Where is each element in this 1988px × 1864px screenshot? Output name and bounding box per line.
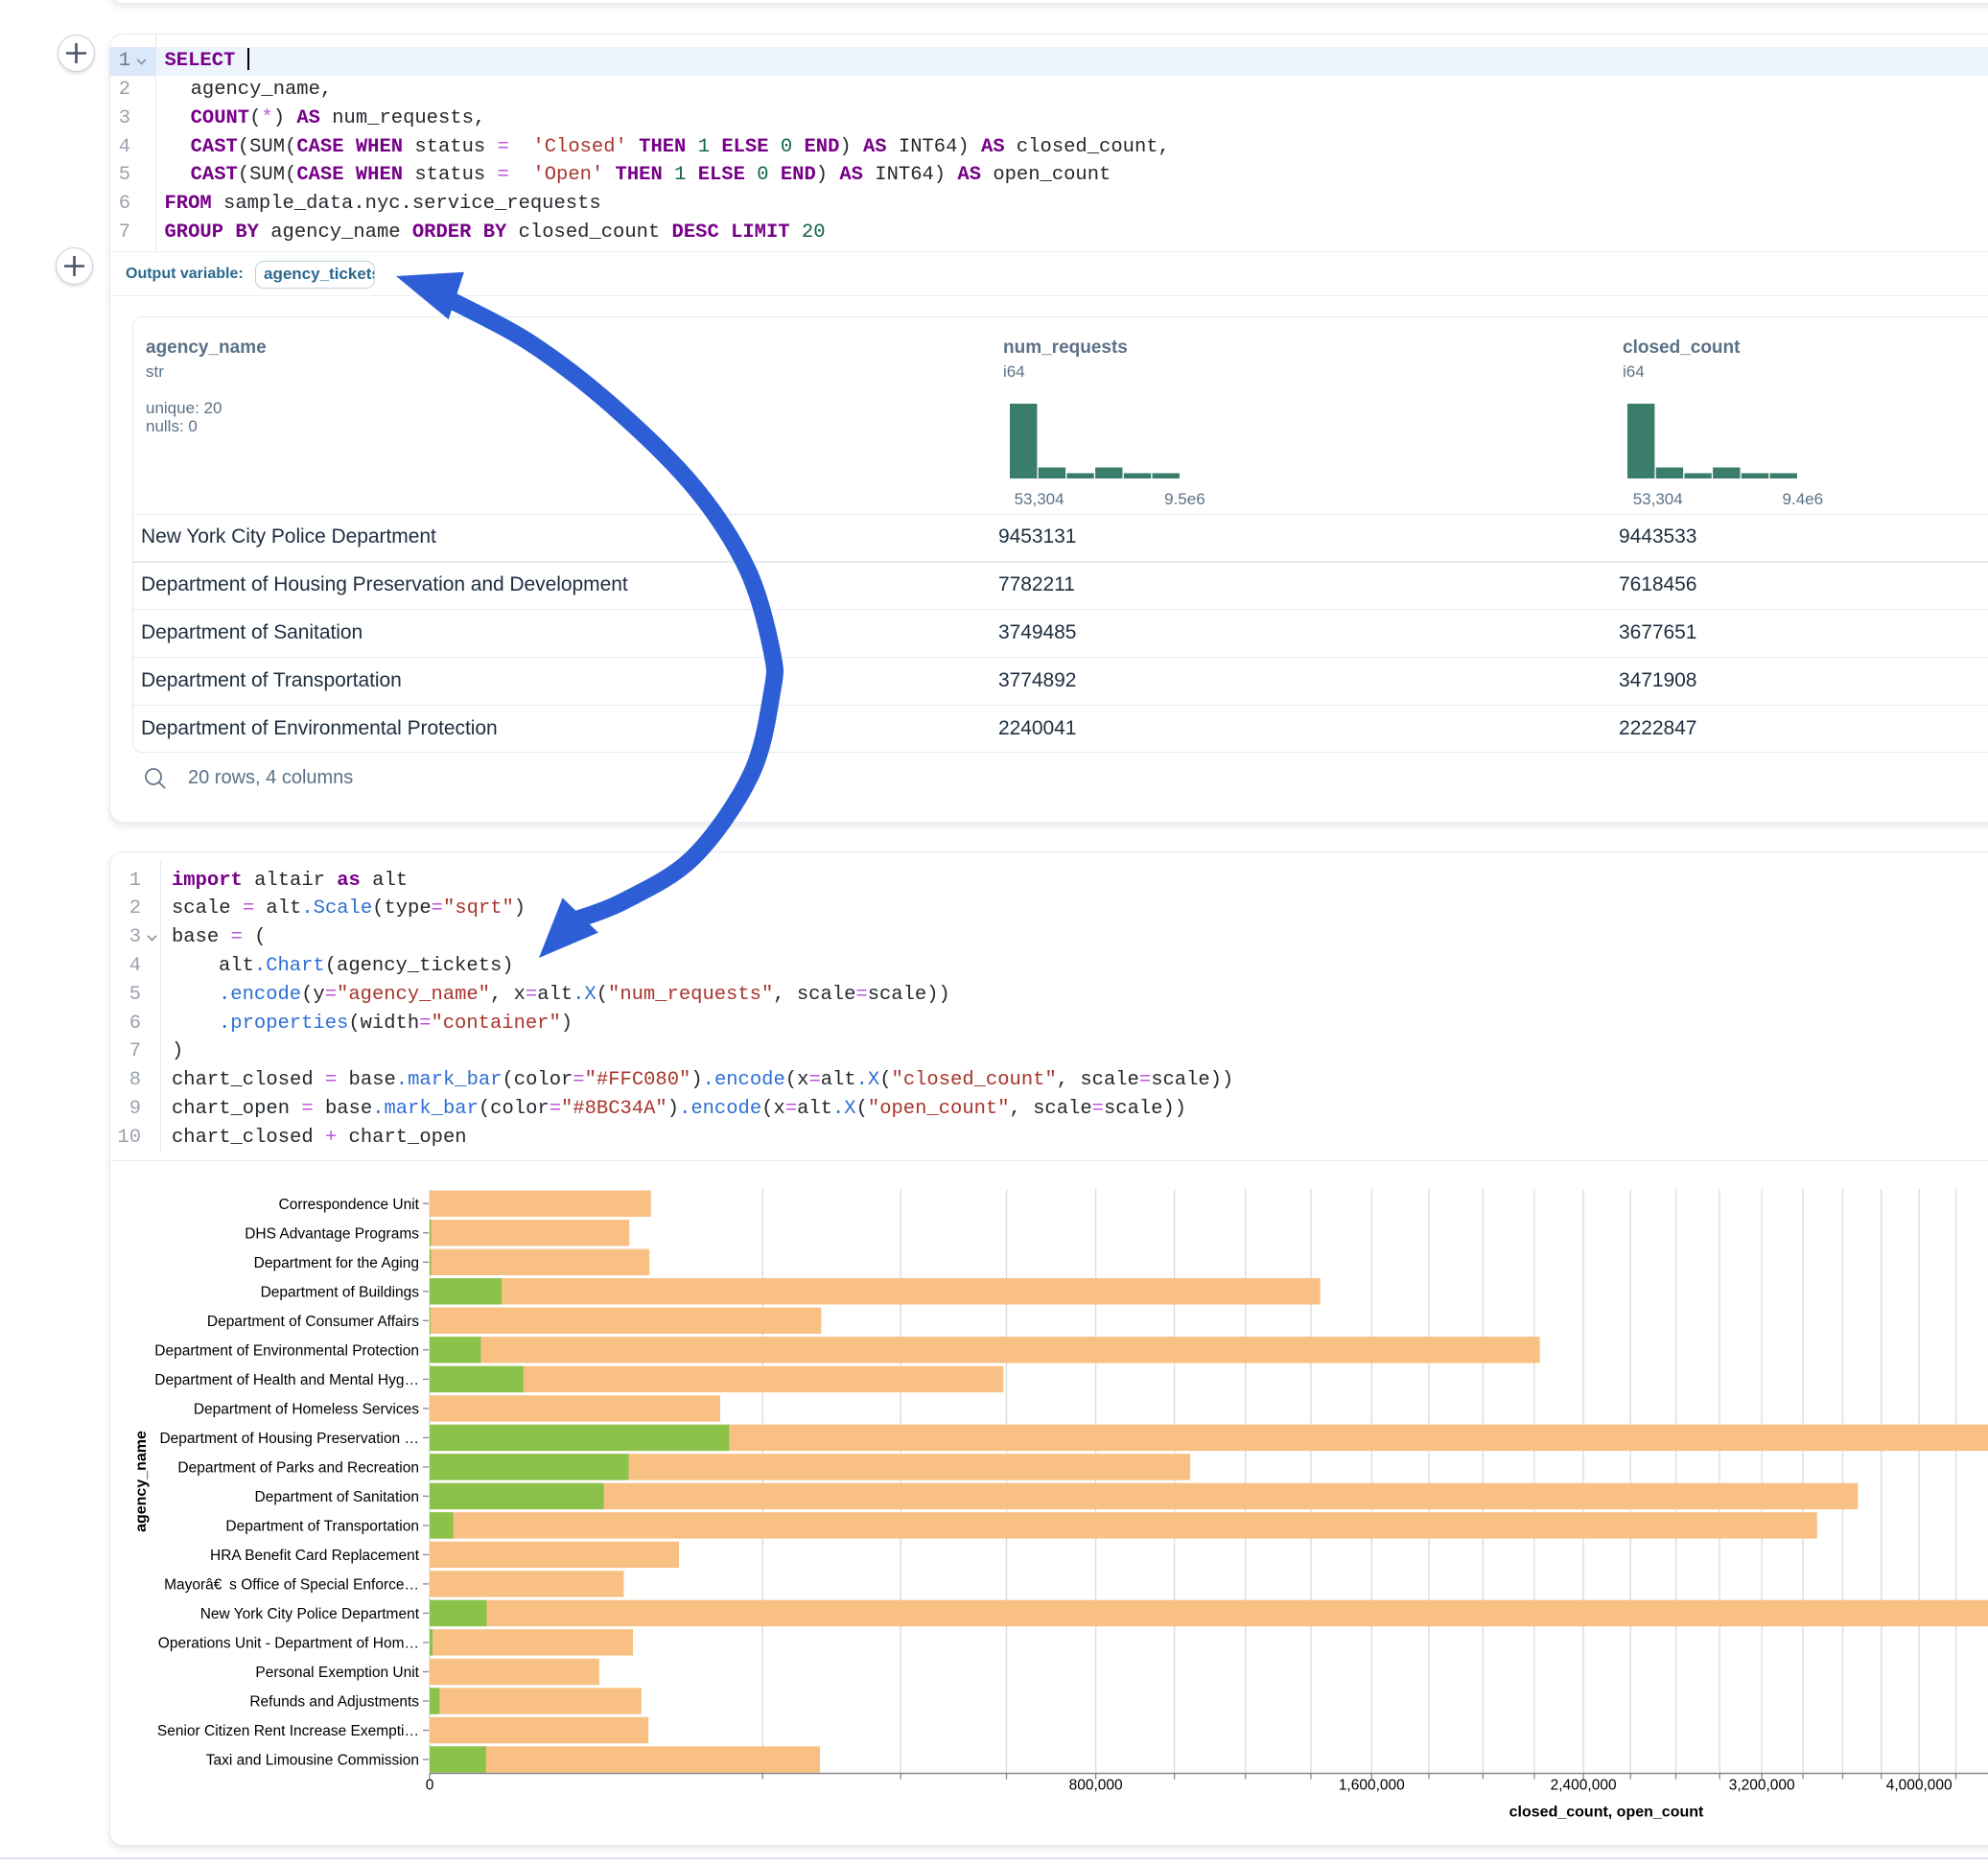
- svg-text:Department of Housing Preserva: Department of Housing Preservation …: [159, 1431, 419, 1447]
- svg-text:2,400,000: 2,400,000: [1551, 1778, 1617, 1794]
- svg-text:closed_count, open_count: closed_count, open_count: [1509, 1805, 1704, 1821]
- svg-text:Mayorâ€ s Office of Special En: Mayorâ€ s Office of Special Enforce…: [164, 1576, 419, 1593]
- svg-text:Correspondence Unit: Correspondence Unit: [279, 1197, 420, 1213]
- svg-text:Department of Buildings: Department of Buildings: [261, 1284, 420, 1300]
- svg-text:Taxi and Limousine Commission: Taxi and Limousine Commission: [206, 1753, 419, 1769]
- svg-text:Operations Unit - Department o: Operations Unit - Department of Hom…: [158, 1636, 419, 1652]
- svg-text:agency_name: agency_name: [133, 1431, 150, 1532]
- svg-text:Department of Environmental Pr: Department of Environmental Protection: [154, 1342, 419, 1359]
- svg-text:800,000: 800,000: [1069, 1778, 1123, 1794]
- svg-text:Department of Homeless Service: Department of Homeless Services: [194, 1401, 419, 1417]
- svg-text:Department of Transportation: Department of Transportation: [225, 1518, 419, 1534]
- svg-text:1,600,000: 1,600,000: [1339, 1778, 1405, 1794]
- svg-text:Department of Health and Menta: Department of Health and Mental Hyg…: [154, 1372, 419, 1388]
- svg-text:DHS Advantage Programs: DHS Advantage Programs: [245, 1225, 419, 1242]
- svg-text:Personal Exemption Unit: Personal Exemption Unit: [255, 1665, 419, 1681]
- svg-text:Senior Citizen Rent Increase E: Senior Citizen Rent Increase Exempti…: [157, 1723, 419, 1739]
- svg-text:3,200,000: 3,200,000: [1729, 1778, 1795, 1794]
- svg-text:4,000,000: 4,000,000: [1886, 1778, 1953, 1794]
- svg-text:New York City Police Departmen: New York City Police Department: [200, 1606, 420, 1622]
- svg-text:Department of Sanitation: Department of Sanitation: [255, 1489, 419, 1505]
- svg-text:Refunds and Adjustments: Refunds and Adjustments: [249, 1694, 419, 1711]
- svg-text:Department of Consumer Affairs: Department of Consumer Affairs: [207, 1314, 419, 1330]
- svg-text:Department for the Aging: Department for the Aging: [254, 1255, 419, 1271]
- svg-text:HRA Benefit Card Replacement: HRA Benefit Card Replacement: [210, 1548, 420, 1564]
- svg-text:Department of Parks and Recrea: Department of Parks and Recreation: [177, 1459, 419, 1476]
- svg-text:0: 0: [426, 1778, 434, 1794]
